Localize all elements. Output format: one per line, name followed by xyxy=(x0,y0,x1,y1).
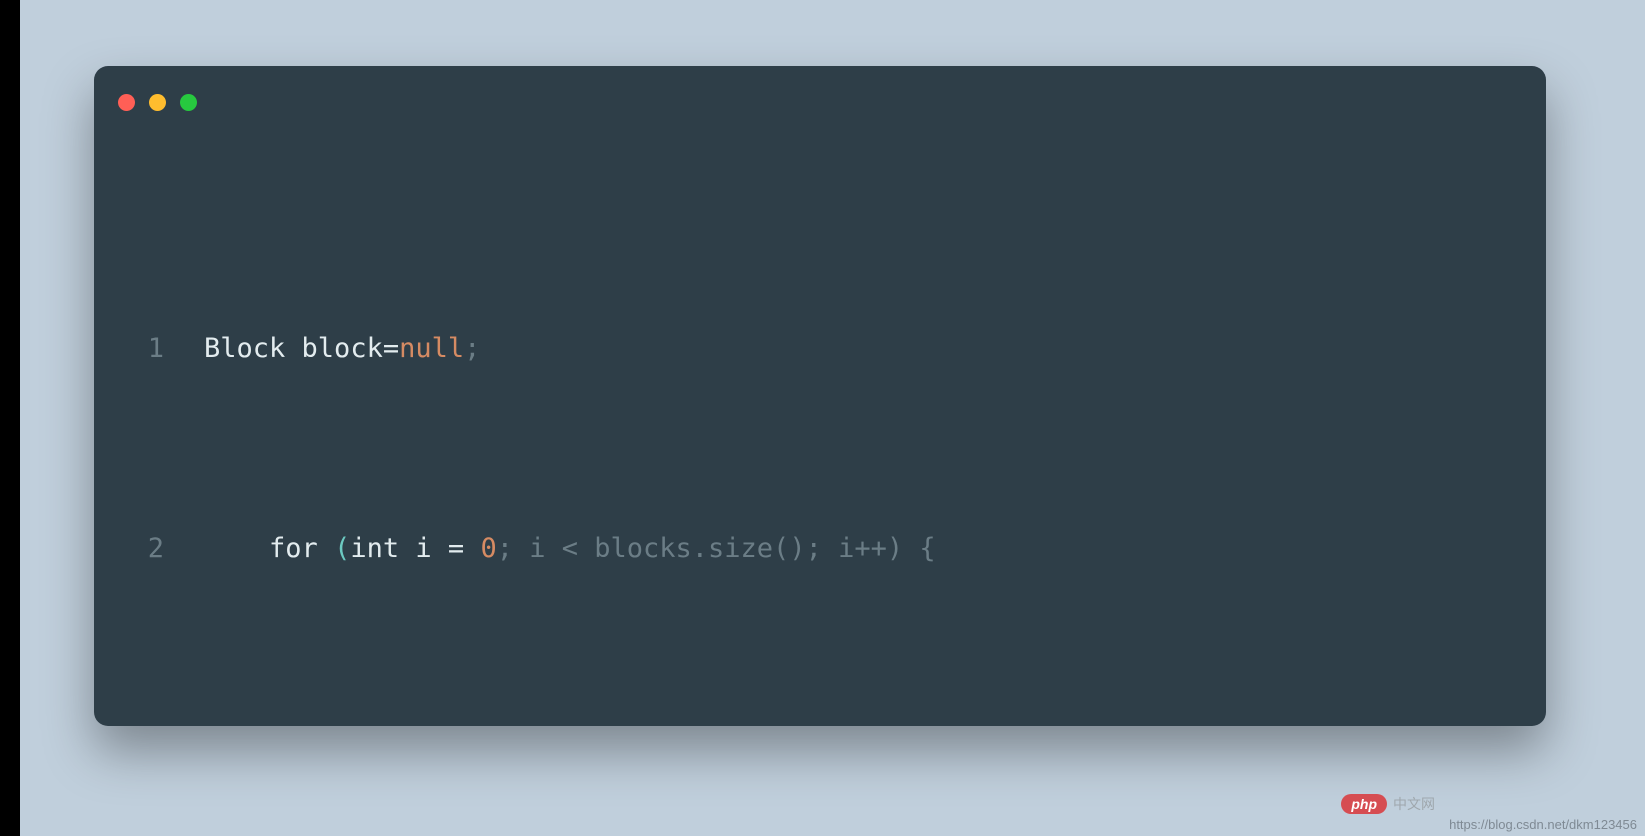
window-controls xyxy=(118,94,197,111)
zoom-icon[interactable] xyxy=(180,94,197,111)
minimize-icon[interactable] xyxy=(149,94,166,111)
line-number: 1 xyxy=(134,324,204,374)
close-icon[interactable] xyxy=(118,94,135,111)
code-content: for (int i = 0; i < blocks.size(); i++) … xyxy=(204,524,936,574)
code-area: 1 Block block=null; 2 for (int i = 0; i … xyxy=(94,174,1546,726)
php-logo-icon: php xyxy=(1341,794,1387,814)
watermark-url: https://blog.csdn.net/dkm123456 xyxy=(1449,817,1637,832)
left-black-strip xyxy=(0,0,20,836)
watermark-cn-text: 中文网 xyxy=(1393,794,1435,814)
code-content: block = (Block)blocks.get(i); xyxy=(204,724,806,726)
watermark-badge: php 中文网 xyxy=(1341,794,1435,814)
code-line: 3 block = (Block)blocks.get(i); xyxy=(134,724,1546,726)
code-line: 1 Block block=null; xyxy=(134,324,1546,374)
code-window: 1 Block block=null; 2 for (int i = 0; i … xyxy=(94,66,1546,726)
line-number: 3 xyxy=(134,724,204,726)
code-line: 2 for (int i = 0; i < blocks.size(); i++… xyxy=(134,524,1546,574)
line-number: 2 xyxy=(134,524,204,574)
code-content: Block block=null; xyxy=(204,324,480,374)
